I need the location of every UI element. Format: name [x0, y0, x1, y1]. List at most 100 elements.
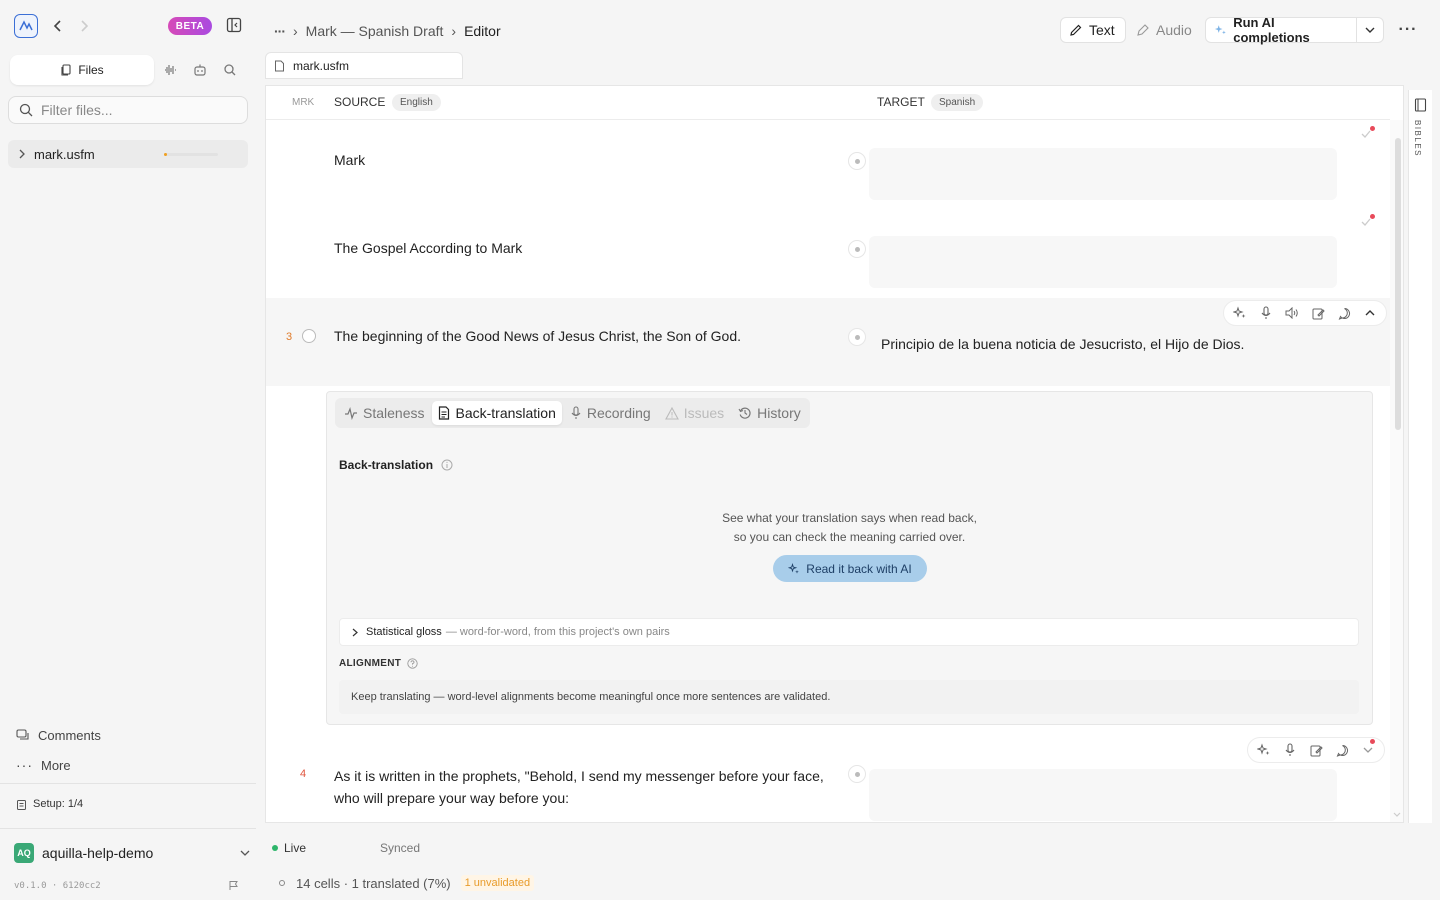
chevron-right-icon[interactable] — [18, 149, 26, 159]
ai-sparkle-icon[interactable] — [1232, 305, 1248, 321]
filter-files-input[interactable] — [41, 102, 231, 118]
statistical-gloss-toggle[interactable]: Statistical gloss — word-for-word, from … — [339, 618, 1359, 646]
tab-files-label: Files — [78, 63, 104, 77]
back-translation-description: See what your translation says when read… — [327, 509, 1372, 547]
app-logo-icon[interactable] — [14, 14, 38, 38]
expand-chevron-down-icon[interactable] — [1360, 742, 1376, 758]
comment-icon[interactable] — [1336, 305, 1352, 321]
cell-status-dot[interactable] — [848, 328, 866, 346]
filter-files-field[interactable] — [8, 96, 248, 124]
back-translation-heading: Back-translation — [339, 458, 453, 472]
chevron-right-icon — [352, 628, 358, 636]
audio-mode-button[interactable]: Audio — [1128, 17, 1200, 43]
pencil-icon — [1070, 24, 1082, 36]
file-item[interactable]: mark.usfm — [8, 140, 248, 168]
divider — [0, 828, 256, 829]
file-name: mark.usfm — [34, 146, 95, 162]
search-icon[interactable] — [223, 63, 237, 77]
unvalidated-dot — [1370, 214, 1375, 219]
setup-label: Setup: 1/4 — [33, 798, 84, 810]
source-lang-pill: English — [392, 94, 441, 111]
robot-icon[interactable] — [193, 63, 207, 77]
file-tab-label: mark.usfm — [293, 58, 350, 73]
tab-back-translation-label: Back-translation — [455, 405, 556, 421]
cell-select-radio[interactable] — [302, 329, 316, 343]
description-line: See what your translation says when read… — [722, 511, 977, 525]
sync-status: Synced — [380, 841, 421, 855]
files-icon — [61, 64, 71, 76]
description-line: so you can check the meaning carried ove… — [733, 530, 966, 544]
comments-link[interactable]: Comments — [16, 725, 216, 745]
cell-toolbar — [1223, 300, 1387, 326]
unvalidated-badge[interactable]: 1 unvalidated — [460, 875, 535, 891]
bibles-label: BIBLES — [1413, 120, 1422, 158]
more-label: More — [41, 757, 71, 773]
breadcrumb-project[interactable]: Mark — Spanish Draft — [306, 23, 444, 39]
more-options-icon[interactable]: ··· — [1396, 17, 1420, 43]
cell-target-editor[interactable] — [869, 236, 1337, 288]
read-back-label: Read it back with AI — [806, 561, 912, 576]
setup-progress[interactable]: Setup: 1/4 — [16, 798, 83, 810]
bibles-side-panel[interactable]: BIBLES — [1408, 90, 1432, 823]
live-label: Live — [284, 841, 307, 855]
speaker-icon[interactable] — [1284, 305, 1300, 321]
forward-arrow-icon[interactable] — [76, 18, 92, 34]
tab-files[interactable]: Files — [10, 55, 154, 85]
file-tab[interactable]: mark.usfm — [265, 52, 463, 79]
microphone-icon[interactable] — [1258, 305, 1274, 321]
summary-text: 14 cells · 1 translated (7%) — [296, 875, 451, 891]
help-circle-icon[interactable] — [407, 658, 418, 669]
collapse-chevron-up-icon[interactable] — [1362, 305, 1378, 321]
gloss-title: Statistical gloss — [366, 626, 442, 638]
ai-sparkle-icon[interactable] — [1256, 742, 1272, 758]
editor-scrollbar[interactable] — [1390, 120, 1403, 822]
read-back-with-ai-button[interactable]: Read it back with AI — [773, 555, 927, 582]
microphone-icon[interactable] — [1282, 742, 1298, 758]
cell-status-dot[interactable] — [848, 765, 866, 783]
tab-issues[interactable]: Issues — [659, 401, 730, 425]
cell-source: The beginning of the Good News of Jesus … — [334, 328, 742, 344]
tab-history[interactable]: History — [732, 401, 807, 425]
toggle-sidebar-icon[interactable] — [226, 17, 244, 35]
target-header: TARGET — [877, 95, 925, 109]
chevron-down-icon — [1365, 27, 1375, 33]
text-mode-button[interactable]: Text — [1060, 17, 1126, 43]
cell-status-dot[interactable] — [848, 240, 866, 258]
source-header: SOURCE — [334, 95, 386, 109]
comment-icon[interactable] — [1334, 742, 1350, 758]
document-text-icon — [439, 406, 450, 420]
edit-note-icon[interactable] — [1308, 742, 1324, 758]
waveform-icon[interactable] — [163, 63, 177, 77]
comments-icon — [16, 729, 29, 740]
verse-number: 4 — [300, 768, 307, 780]
scroll-down-arrow-icon[interactable] — [1393, 812, 1401, 818]
cell-source: Mark — [334, 152, 366, 168]
tab-back-translation[interactable]: Back-translation — [432, 401, 562, 425]
editor: MRK SOURCE English TARGET Spanish Mark T… — [265, 85, 1404, 823]
back-arrow-icon[interactable] — [50, 18, 66, 34]
cell-target-text[interactable]: Principio de la buena noticia de Jesucri… — [881, 336, 1244, 352]
cell-target-editor[interactable] — [869, 148, 1337, 200]
feedback-flag-icon[interactable] — [228, 880, 239, 891]
comments-label: Comments — [38, 727, 101, 743]
cell-status-dot[interactable] — [848, 152, 866, 170]
scrollbar-thumb[interactable] — [1395, 138, 1401, 430]
more-link[interactable]: ··· More — [16, 755, 216, 775]
cell-detail-panel: Staleness Back-translation Recording Iss… — [326, 391, 1373, 725]
target-lang-pill: Spanish — [931, 94, 984, 111]
tab-staleness[interactable]: Staleness — [338, 401, 430, 425]
edit-note-icon[interactable] — [1310, 305, 1326, 321]
cell-source: As it is written in the prophets, "Behol… — [334, 765, 824, 809]
verse-number: 3 — [286, 331, 293, 343]
run-ai-completions-button[interactable]: Run AI completions — [1205, 15, 1357, 45]
project-switcher[interactable]: AQ aquilla-help-demo — [14, 842, 250, 864]
text-mode-label: Text — [1089, 22, 1115, 38]
cell-target-editor[interactable] — [869, 769, 1337, 821]
breadcrumb-ellipsis[interactable]: ··· — [274, 23, 286, 39]
info-icon[interactable] — [441, 459, 453, 471]
tab-recording[interactable]: Recording — [564, 401, 657, 425]
tab-staleness-label: Staleness — [363, 405, 425, 421]
cell-summary: 14 cells · 1 translated (7%) 1 unvalidat… — [278, 875, 535, 891]
run-ai-dropdown[interactable] — [1356, 17, 1384, 43]
divider — [0, 783, 256, 784]
